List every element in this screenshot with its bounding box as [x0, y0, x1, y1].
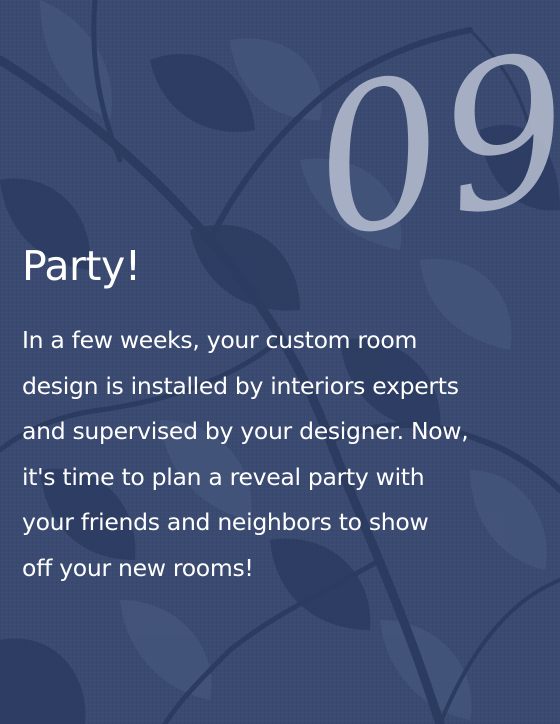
description-line: design is installed by interiors experts [22, 371, 459, 400]
step-card: 09 Party! In a few weeks, your custom ro… [0, 0, 560, 724]
description-line: it's time to plan a reveal party with [22, 462, 425, 491]
description-line: off your new rooms! [22, 553, 254, 582]
description: In a few weeks, your custom room design … [22, 318, 532, 592]
page-title: Party! [22, 242, 141, 290]
step-number: 09 [312, 12, 560, 252]
step-number-text: 09 [312, 12, 560, 252]
description-line: and supervised by your designer. Now, [22, 417, 469, 446]
description-line: In a few weeks, your custom room [22, 326, 418, 354]
description-line: your friends and neighbors to show [22, 508, 429, 537]
